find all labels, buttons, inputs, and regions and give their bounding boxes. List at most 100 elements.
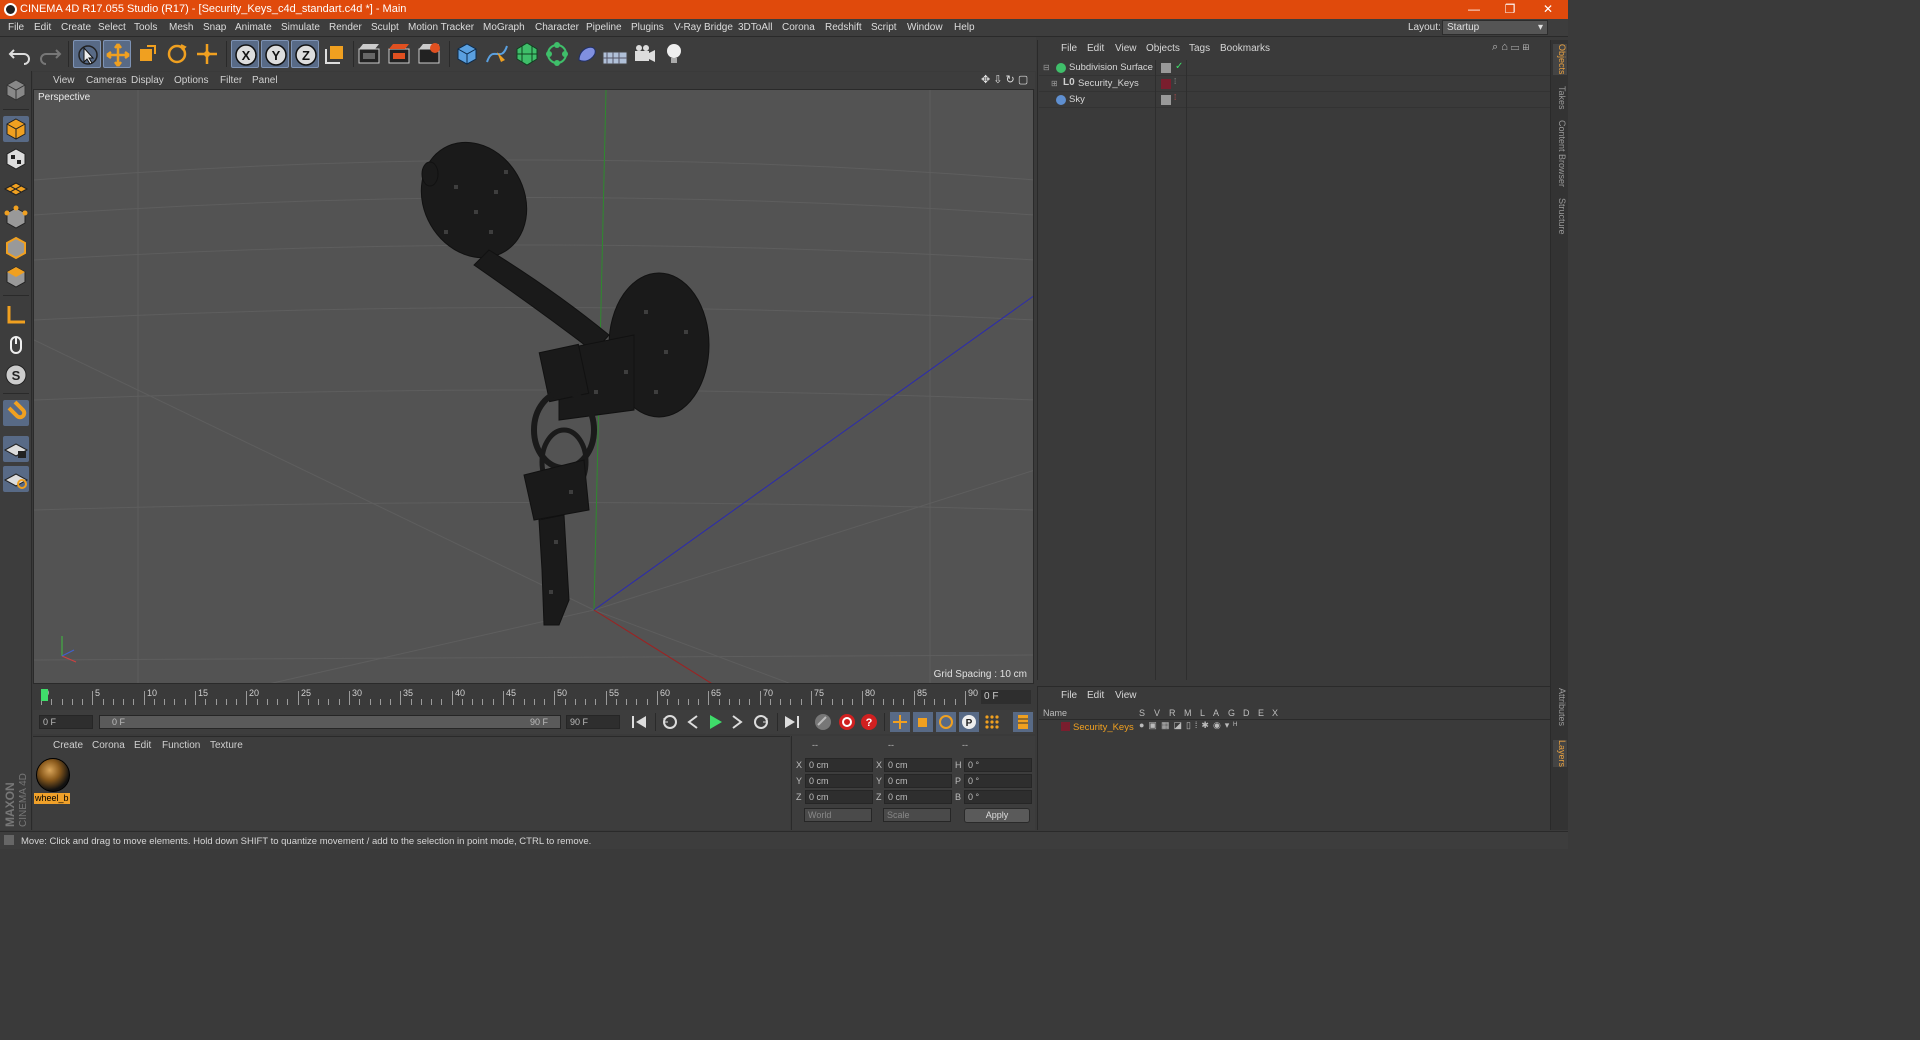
previous-frame-icon[interactable] [683, 712, 703, 732]
rotation-p-field[interactable]: 0 ° [964, 774, 1032, 788]
side-tab-structure[interactable]: Structure [1553, 198, 1567, 235]
material-swatch[interactable] [36, 758, 70, 792]
record-active-icon[interactable] [837, 712, 857, 732]
playhead-marker[interactable] [41, 689, 48, 701]
coordinate-system-dropdown[interactable]: World [804, 808, 872, 822]
collapse-icon[interactable]: ⊟ [1043, 63, 1050, 72]
menu-corona[interactable]: Corona [782, 22, 815, 33]
select-arrow-icon[interactable] [73, 40, 101, 68]
objects-menu-edit[interactable]: Edit [1087, 43, 1104, 54]
current-frame-field[interactable]: 0 F [981, 690, 1031, 704]
go-to-end-icon[interactable] [782, 712, 802, 732]
workplane-mode-icon[interactable] [3, 175, 29, 201]
layer-color-swatch[interactable] [1061, 722, 1070, 731]
menu-character[interactable]: Character [535, 22, 579, 33]
render-view-icon[interactable] [355, 40, 383, 68]
layers-menu-edit[interactable]: Edit [1087, 690, 1104, 701]
minimize-button[interactable]: — [1456, 0, 1492, 19]
scale-icon[interactable] [133, 40, 161, 68]
position-x-field[interactable]: 0 cm [805, 758, 873, 772]
layer-toggle-icons[interactable]: ●▣▦◪▯⁞✱◉▾ᴴ [1139, 720, 1241, 731]
viewport-menu-cameras[interactable]: Cameras [86, 75, 127, 86]
key-scale-icon[interactable] [913, 712, 933, 732]
side-tab-layers[interactable]: Layers [1553, 740, 1567, 768]
array-icon[interactable] [543, 40, 571, 68]
render-settings-icon[interactable] [415, 40, 443, 68]
menu-mesh[interactable]: Mesh [169, 22, 193, 33]
motion-recording-icon[interactable] [813, 712, 833, 732]
viewport-menu-view[interactable]: View [53, 75, 75, 86]
side-tab-attributes[interactable]: Attributes [1553, 688, 1567, 726]
apply-button[interactable]: Apply [964, 808, 1030, 823]
material-menu-function[interactable]: Function [162, 740, 200, 751]
menu-edit[interactable]: Edit [34, 22, 51, 33]
frame-range-slider[interactable]: 0 F 90 F [99, 715, 561, 729]
make-editable-icon[interactable] [3, 77, 29, 103]
start-frame-field[interactable]: 0 F [39, 715, 93, 729]
planar-workplane-icon[interactable] [3, 466, 29, 492]
objects-menu-tags[interactable]: Tags [1189, 43, 1210, 54]
menu-create[interactable]: Create [61, 22, 91, 33]
menu-simulate[interactable]: Simulate [281, 22, 320, 33]
go-to-start-icon[interactable] [629, 712, 649, 732]
redo-icon[interactable] [36, 40, 64, 68]
menu-motion-tracker[interactable]: Motion Tracker [408, 22, 474, 33]
menu-select[interactable]: Select [98, 22, 126, 33]
menu-sculpt[interactable]: Sculpt [371, 22, 399, 33]
menu-redshift[interactable]: Redshift [825, 22, 862, 33]
magnet-icon[interactable] [3, 400, 29, 426]
material-menu-edit[interactable]: Edit [134, 740, 151, 751]
menu-window[interactable]: Window [907, 22, 943, 33]
visibility-dots-icon[interactable]: ⁞ [1174, 93, 1176, 102]
play-icon[interactable] [705, 712, 725, 732]
model-mode-icon[interactable] [3, 116, 29, 142]
x-axis-icon[interactable]: X [231, 40, 259, 68]
menu-script[interactable]: Script [871, 22, 897, 33]
y-axis-icon[interactable]: Y [261, 40, 289, 68]
deformer-icon[interactable] [573, 40, 601, 68]
object-row-subdivision-surface[interactable]: ⊟ Subdivision Surface ✓ [1039, 60, 1550, 76]
objects-menu-view[interactable]: View [1115, 43, 1137, 54]
undo-icon[interactable] [6, 40, 34, 68]
menu-pipeline[interactable]: Pipeline [586, 22, 622, 33]
subdivision-icon[interactable] [513, 40, 541, 68]
menu-render[interactable]: Render [329, 22, 362, 33]
material-menu-corona[interactable]: Corona [92, 740, 125, 751]
menu-tools[interactable]: Tools [134, 22, 157, 33]
3d-viewport[interactable]: Perspective Grid Spacing : 10 cm [33, 89, 1034, 684]
light-icon[interactable] [660, 40, 688, 68]
menu-help[interactable]: Help [954, 22, 975, 33]
objects-menu-bookmarks[interactable]: Bookmarks [1220, 43, 1270, 54]
layers-menu-view[interactable]: View [1115, 690, 1137, 701]
key-rotation-icon[interactable] [936, 712, 956, 732]
tweak-mode-icon[interactable] [3, 332, 29, 358]
side-tab-objects[interactable]: Objects [1553, 44, 1567, 75]
menu-snap[interactable]: Snap [203, 22, 226, 33]
menu-plugins[interactable]: Plugins [631, 22, 664, 33]
material-menu-texture[interactable]: Texture [210, 740, 243, 751]
polygons-mode-icon[interactable] [3, 264, 29, 290]
enabled-check-icon[interactable]: ✓ [1175, 61, 1183, 72]
viewport-menu-display[interactable]: Display [131, 75, 164, 86]
material-menu-create[interactable]: Create [53, 740, 83, 751]
timeline-ruler[interactable]: 051015202530354045505560657075808590 0 F [33, 686, 1035, 710]
size-y-field[interactable]: 0 cm [884, 774, 952, 788]
previous-key-icon[interactable] [660, 712, 680, 732]
viewport-menu-panel[interactable]: Panel [252, 75, 278, 86]
render-picture-viewer-icon[interactable] [385, 40, 413, 68]
transform-icon[interactable] [193, 40, 221, 68]
edges-mode-icon[interactable] [3, 235, 29, 261]
end-frame-field[interactable]: 90 F [566, 715, 620, 729]
viewport-menu-filter[interactable]: Filter [220, 75, 242, 86]
move-icon[interactable] [103, 40, 131, 68]
size-x-field[interactable]: 0 cm [884, 758, 952, 772]
rotation-b-field[interactable]: 0 ° [964, 790, 1032, 804]
menu-mograph[interactable]: MoGraph [483, 22, 525, 33]
close-button[interactable]: ✕ [1530, 0, 1566, 19]
texture-mode-icon[interactable] [3, 146, 29, 172]
locked-workplane-icon[interactable] [3, 436, 29, 462]
objects-menu-file[interactable]: File [1061, 43, 1077, 54]
rotation-h-field[interactable]: 0 ° [964, 758, 1032, 772]
side-tab-content-browser[interactable]: Content Browser [1553, 120, 1567, 187]
next-key-icon[interactable] [751, 712, 771, 732]
